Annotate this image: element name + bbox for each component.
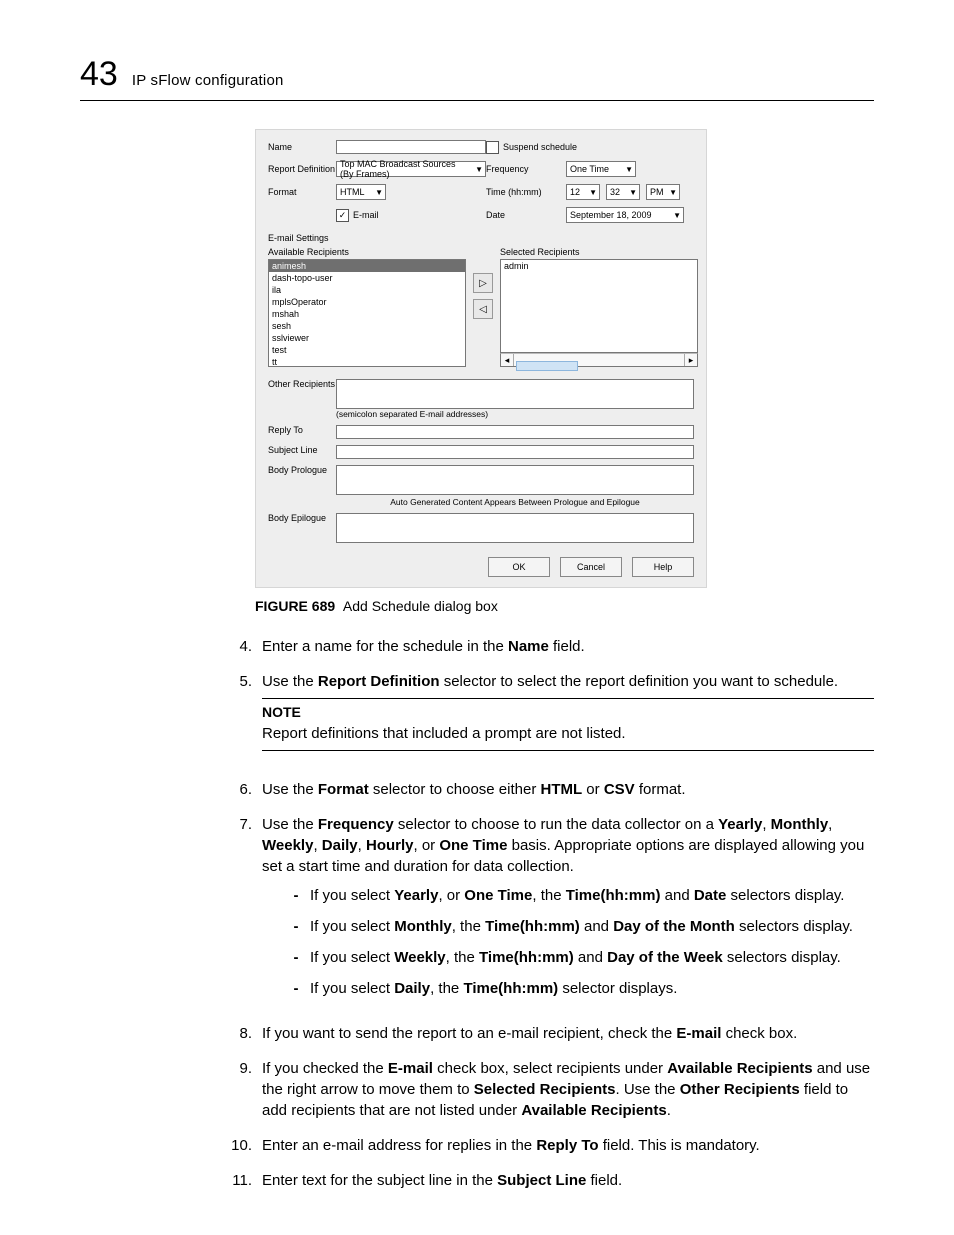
list-item[interactable]: animesh (269, 260, 465, 272)
figure-number: FIGURE 689 (255, 598, 335, 614)
list-item[interactable]: sesh (269, 320, 465, 332)
list-item[interactable]: mplsOperator (269, 296, 465, 308)
chevron-down-icon: ▼ (375, 188, 383, 197)
time-ampm-value: PM (650, 187, 664, 197)
format-label: Format (268, 187, 336, 197)
chapter-title: IP sFlow configuration (132, 72, 284, 89)
other-recipients-field[interactable] (336, 379, 694, 409)
cancel-button[interactable]: Cancel (560, 557, 622, 577)
chevron-down-icon: ▼ (475, 165, 483, 174)
name-field[interactable] (336, 140, 486, 154)
time-hour-select[interactable]: 12 ▼ (566, 184, 600, 200)
step-number: 5. (220, 671, 262, 765)
prologue-epilogue-hint: Auto Generated Content Appears Between P… (336, 497, 694, 507)
report-definition-select[interactable]: Top MAC Broadcast Sources (By Frames) ▼ (336, 161, 486, 177)
list-item[interactable]: tt (269, 356, 465, 367)
frequency-value: One Time (570, 164, 609, 174)
report-definition-label: Report Definition (268, 164, 336, 174)
other-recipients-label: Other Recipients (268, 379, 336, 389)
note-label: NOTE (262, 703, 874, 723)
time-label: Time (hh:mm) (486, 187, 566, 197)
list-item[interactable]: ila (269, 284, 465, 296)
reply-to-field[interactable] (336, 425, 694, 439)
step-5: 5. Use the Report Definition selector to… (80, 671, 874, 765)
name-label: Name (268, 142, 336, 152)
ok-button[interactable]: OK (488, 557, 550, 577)
sub-bullet: -If you select Monthly, the Time(hh:mm) … (262, 916, 874, 937)
body-prologue-label: Body Prologue (268, 465, 336, 475)
other-recipients-hint: (semicolon separated E-mail addresses) (336, 409, 694, 419)
email-settings-label: E-mail Settings (268, 233, 694, 243)
step-4: 4. Enter a name for the schedule in the … (80, 636, 874, 657)
scroll-left-icon[interactable]: ◂ (501, 354, 514, 366)
chevron-down-icon: ▼ (629, 188, 637, 197)
body-prologue-field[interactable] (336, 465, 694, 495)
chevron-down-icon: ▼ (673, 211, 681, 220)
suspend-schedule-checkbox[interactable] (486, 141, 499, 154)
step-number: 8. (220, 1023, 262, 1044)
time-ampm-select[interactable]: PM ▼ (646, 184, 680, 200)
note-block: NOTE Report definitions that included a … (262, 698, 874, 751)
step-number: 7. (220, 814, 262, 1009)
add-schedule-dialog: Name Suspend schedule Report Definition … (255, 129, 707, 588)
step-11: 11. Enter text for the subject line in t… (80, 1170, 874, 1191)
figure-caption-text: Add Schedule dialog box (343, 598, 498, 614)
available-recipients-label: Available Recipients (268, 247, 466, 257)
subject-line-label: Subject Line (268, 445, 336, 455)
frequency-select[interactable]: One Time ▼ (566, 161, 636, 177)
page-header: 43 IP sFlow configuration (80, 55, 874, 101)
chapter-number: 43 (80, 55, 118, 94)
selected-recipients-scrollbar[interactable]: ◂ ▸ (500, 353, 698, 367)
help-button[interactable]: Help (632, 557, 694, 577)
sub-bullet: -If you select Daily, the Time(hh:mm) se… (262, 978, 874, 999)
step-6: 6. Use the Format selector to choose eit… (80, 779, 874, 800)
email-checkbox[interactable]: ✓ (336, 209, 349, 222)
move-right-button[interactable]: ▷ (473, 273, 493, 293)
chevron-down-icon: ▼ (669, 188, 677, 197)
step-number: 4. (220, 636, 262, 657)
format-select[interactable]: HTML ▼ (336, 184, 386, 200)
chevron-down-icon: ▼ (625, 165, 633, 174)
email-checkbox-label: E-mail (353, 210, 379, 220)
figure-caption: FIGURE 689 Add Schedule dialog box (255, 598, 874, 614)
list-item[interactable]: admin (504, 261, 694, 271)
format-value: HTML (340, 187, 365, 197)
scroll-right-icon[interactable]: ▸ (684, 354, 697, 366)
selected-recipients-label: Selected Recipients (500, 247, 698, 257)
step-10: 10. Enter an e-mail address for replies … (80, 1135, 874, 1156)
note-text: Report definitions that included a promp… (262, 723, 874, 744)
chevron-down-icon: ▼ (589, 188, 597, 197)
time-minute-select[interactable]: 32 ▼ (606, 184, 640, 200)
sub-bullet: -If you select Weekly, the Time(hh:mm) a… (262, 947, 874, 968)
step-8: 8. If you want to send the report to an … (80, 1023, 874, 1044)
suspend-schedule-label: Suspend schedule (503, 142, 577, 152)
triangle-right-icon: ▷ (479, 278, 487, 289)
step-7: 7. Use the Frequency selector to choose … (80, 814, 874, 1009)
time-minute-value: 32 (610, 187, 620, 197)
body-epilogue-field[interactable] (336, 513, 694, 543)
move-left-button[interactable]: ◁ (473, 299, 493, 319)
triangle-left-icon: ◁ (479, 304, 487, 315)
report-definition-value: Top MAC Broadcast Sources (By Frames) (340, 159, 471, 179)
time-hour-value: 12 (570, 187, 580, 197)
reply-to-label: Reply To (268, 425, 336, 435)
step-9: 9. If you checked the E-mail check box, … (80, 1058, 874, 1121)
list-item[interactable]: sslviewer (269, 332, 465, 344)
list-item[interactable]: mshah (269, 308, 465, 320)
body-epilogue-label: Body Epilogue (268, 513, 336, 523)
step-number: 9. (220, 1058, 262, 1121)
list-item[interactable]: test (269, 344, 465, 356)
list-item[interactable]: dash-topo-user (269, 272, 465, 284)
subject-line-field[interactable] (336, 445, 694, 459)
selected-recipients-list[interactable]: admin (500, 259, 698, 353)
sub-bullet: -If you select Yearly, or One Time, the … (262, 885, 874, 906)
date-label: Date (486, 210, 566, 220)
date-value: September 18, 2009 (570, 210, 652, 220)
date-select[interactable]: September 18, 2009 ▼ (566, 207, 684, 223)
frequency-label: Frequency (486, 164, 566, 174)
step-number: 6. (220, 779, 262, 800)
step-number: 11. (220, 1170, 262, 1191)
available-recipients-list[interactable]: animesh dash-topo-user ila mplsOperator … (268, 259, 466, 367)
step-number: 10. (220, 1135, 262, 1156)
